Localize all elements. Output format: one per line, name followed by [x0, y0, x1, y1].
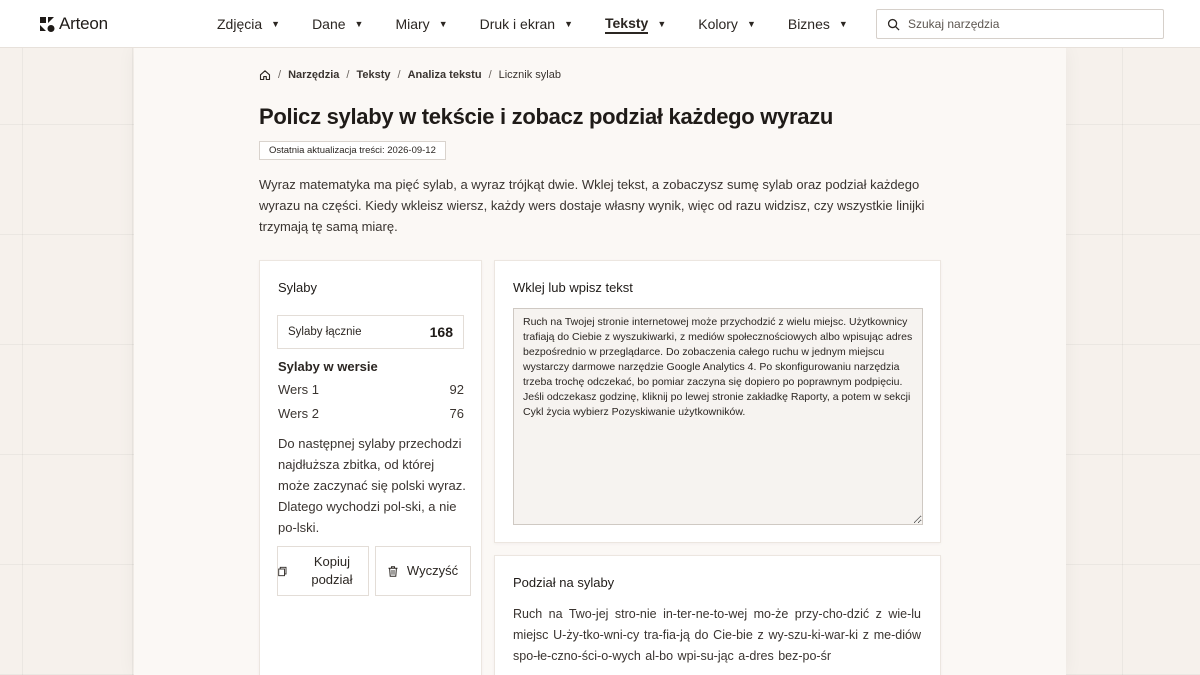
total-syllables-label: Sylaby łącznie	[288, 326, 362, 338]
breadcrumb-current: Licznik sylab	[498, 69, 561, 81]
top-navigation-bar: Arteon Zdjęcia ▼ Dane ▼ Miary ▼ Druk i e…	[0, 0, 1200, 48]
caret-down-icon: ▼	[564, 19, 573, 29]
nav-item-biznes[interactable]: Biznes ▼	[788, 0, 848, 48]
caret-down-icon: ▼	[271, 19, 281, 29]
caret-down-icon: ▼	[438, 19, 448, 29]
nav-item-dane[interactable]: Dane ▼	[312, 0, 363, 48]
text-input-card: Wklej lub wpisz tekst Ruch na Twojej str…	[494, 260, 941, 543]
logo-text: Arteon	[59, 14, 108, 33]
syllable-split-card: Podział na sylaby Ruch na Two-jej stro-n…	[494, 555, 941, 675]
verse-value: 76	[449, 406, 464, 421]
verse-value: 92	[449, 382, 464, 397]
clear-label: Wyczyść	[406, 563, 459, 578]
verse-label: Wers 2	[278, 406, 319, 421]
caret-down-icon: ▼	[354, 19, 364, 29]
nav-item-druk-i-ekran[interactable]: Druk i ekran ▼	[480, 0, 573, 48]
last-updated-badge: Ostatnia aktualizacja treści: 2026-09-12	[259, 141, 446, 160]
syllable-rule-note: Do następnej sylaby przechodzi najdłuższ…	[278, 436, 466, 535]
search-box	[876, 9, 1164, 39]
verse-row: Wers 2 76	[278, 406, 464, 421]
nav-item-kolory[interactable]: Kolory ▼	[698, 0, 756, 48]
syllable-split-text: Ruch na Two-jej stro-nie in-ter-ne-to-we…	[513, 607, 921, 663]
logo[interactable]: Arteon	[39, 14, 108, 34]
total-syllables-box: Sylaby łącznie 168	[277, 315, 464, 349]
caret-down-icon: ▼	[838, 19, 848, 29]
page-content: / Narzędzia / Teksty / Analiza tekstu / …	[134, 48, 1066, 675]
nav-item-miary[interactable]: Miary ▼	[395, 0, 447, 48]
verses-heading: Sylaby w wersie	[278, 359, 378, 374]
total-syllables-value: 168	[429, 324, 453, 340]
copy-split-label: Kopiuj podział	[311, 554, 353, 587]
copy-split-button[interactable]: Kopiuj podział	[277, 546, 369, 596]
breadcrumb: / Narzędzia / Teksty / Analiza tekstu / …	[259, 69, 561, 81]
caret-down-icon: ▼	[657, 19, 667, 29]
search-input[interactable]	[908, 17, 1148, 31]
clear-button[interactable]: Wyczyść	[375, 546, 471, 596]
verse-label: Wers 1	[278, 382, 319, 397]
trash-icon	[388, 565, 398, 577]
text-input-area[interactable]: Ruch na Twojej stronie internetowej może…	[513, 308, 923, 525]
results-card: Sylaby Sylaby łącznie 168 Sylaby w wersi…	[259, 260, 482, 675]
syllable-split-title: Podział na sylaby	[513, 575, 615, 590]
verse-row: Wers 1 92	[278, 382, 464, 397]
results-title: Sylaby	[278, 280, 318, 295]
search-icon	[887, 18, 900, 31]
breadcrumb-item-teksty[interactable]: Teksty	[356, 69, 390, 81]
main-nav: Zdjęcia ▼ Dane ▼ Miary ▼ Druk i ekran ▼ …	[217, 0, 880, 48]
home-icon[interactable]	[259, 69, 271, 81]
intro-text: Wyraz matematyka ma pięć sylab, a wyraz …	[259, 177, 925, 234]
breadcrumb-item-analiza-tekstu[interactable]: Analiza tekstu	[408, 69, 482, 81]
text-input-title: Wklej lub wpisz tekst	[513, 280, 633, 295]
caret-down-icon: ▼	[746, 19, 756, 29]
nav-item-zdjecia[interactable]: Zdjęcia ▼	[217, 0, 280, 48]
copy-icon	[278, 566, 287, 576]
logo-icon	[40, 17, 55, 32]
page-title: Policz sylaby w tekście i zobacz podział…	[259, 104, 834, 129]
nav-item-teksty[interactable]: Teksty ▼	[605, 0, 666, 48]
breadcrumb-item-narzedzia[interactable]: Narzędzia	[288, 69, 339, 81]
